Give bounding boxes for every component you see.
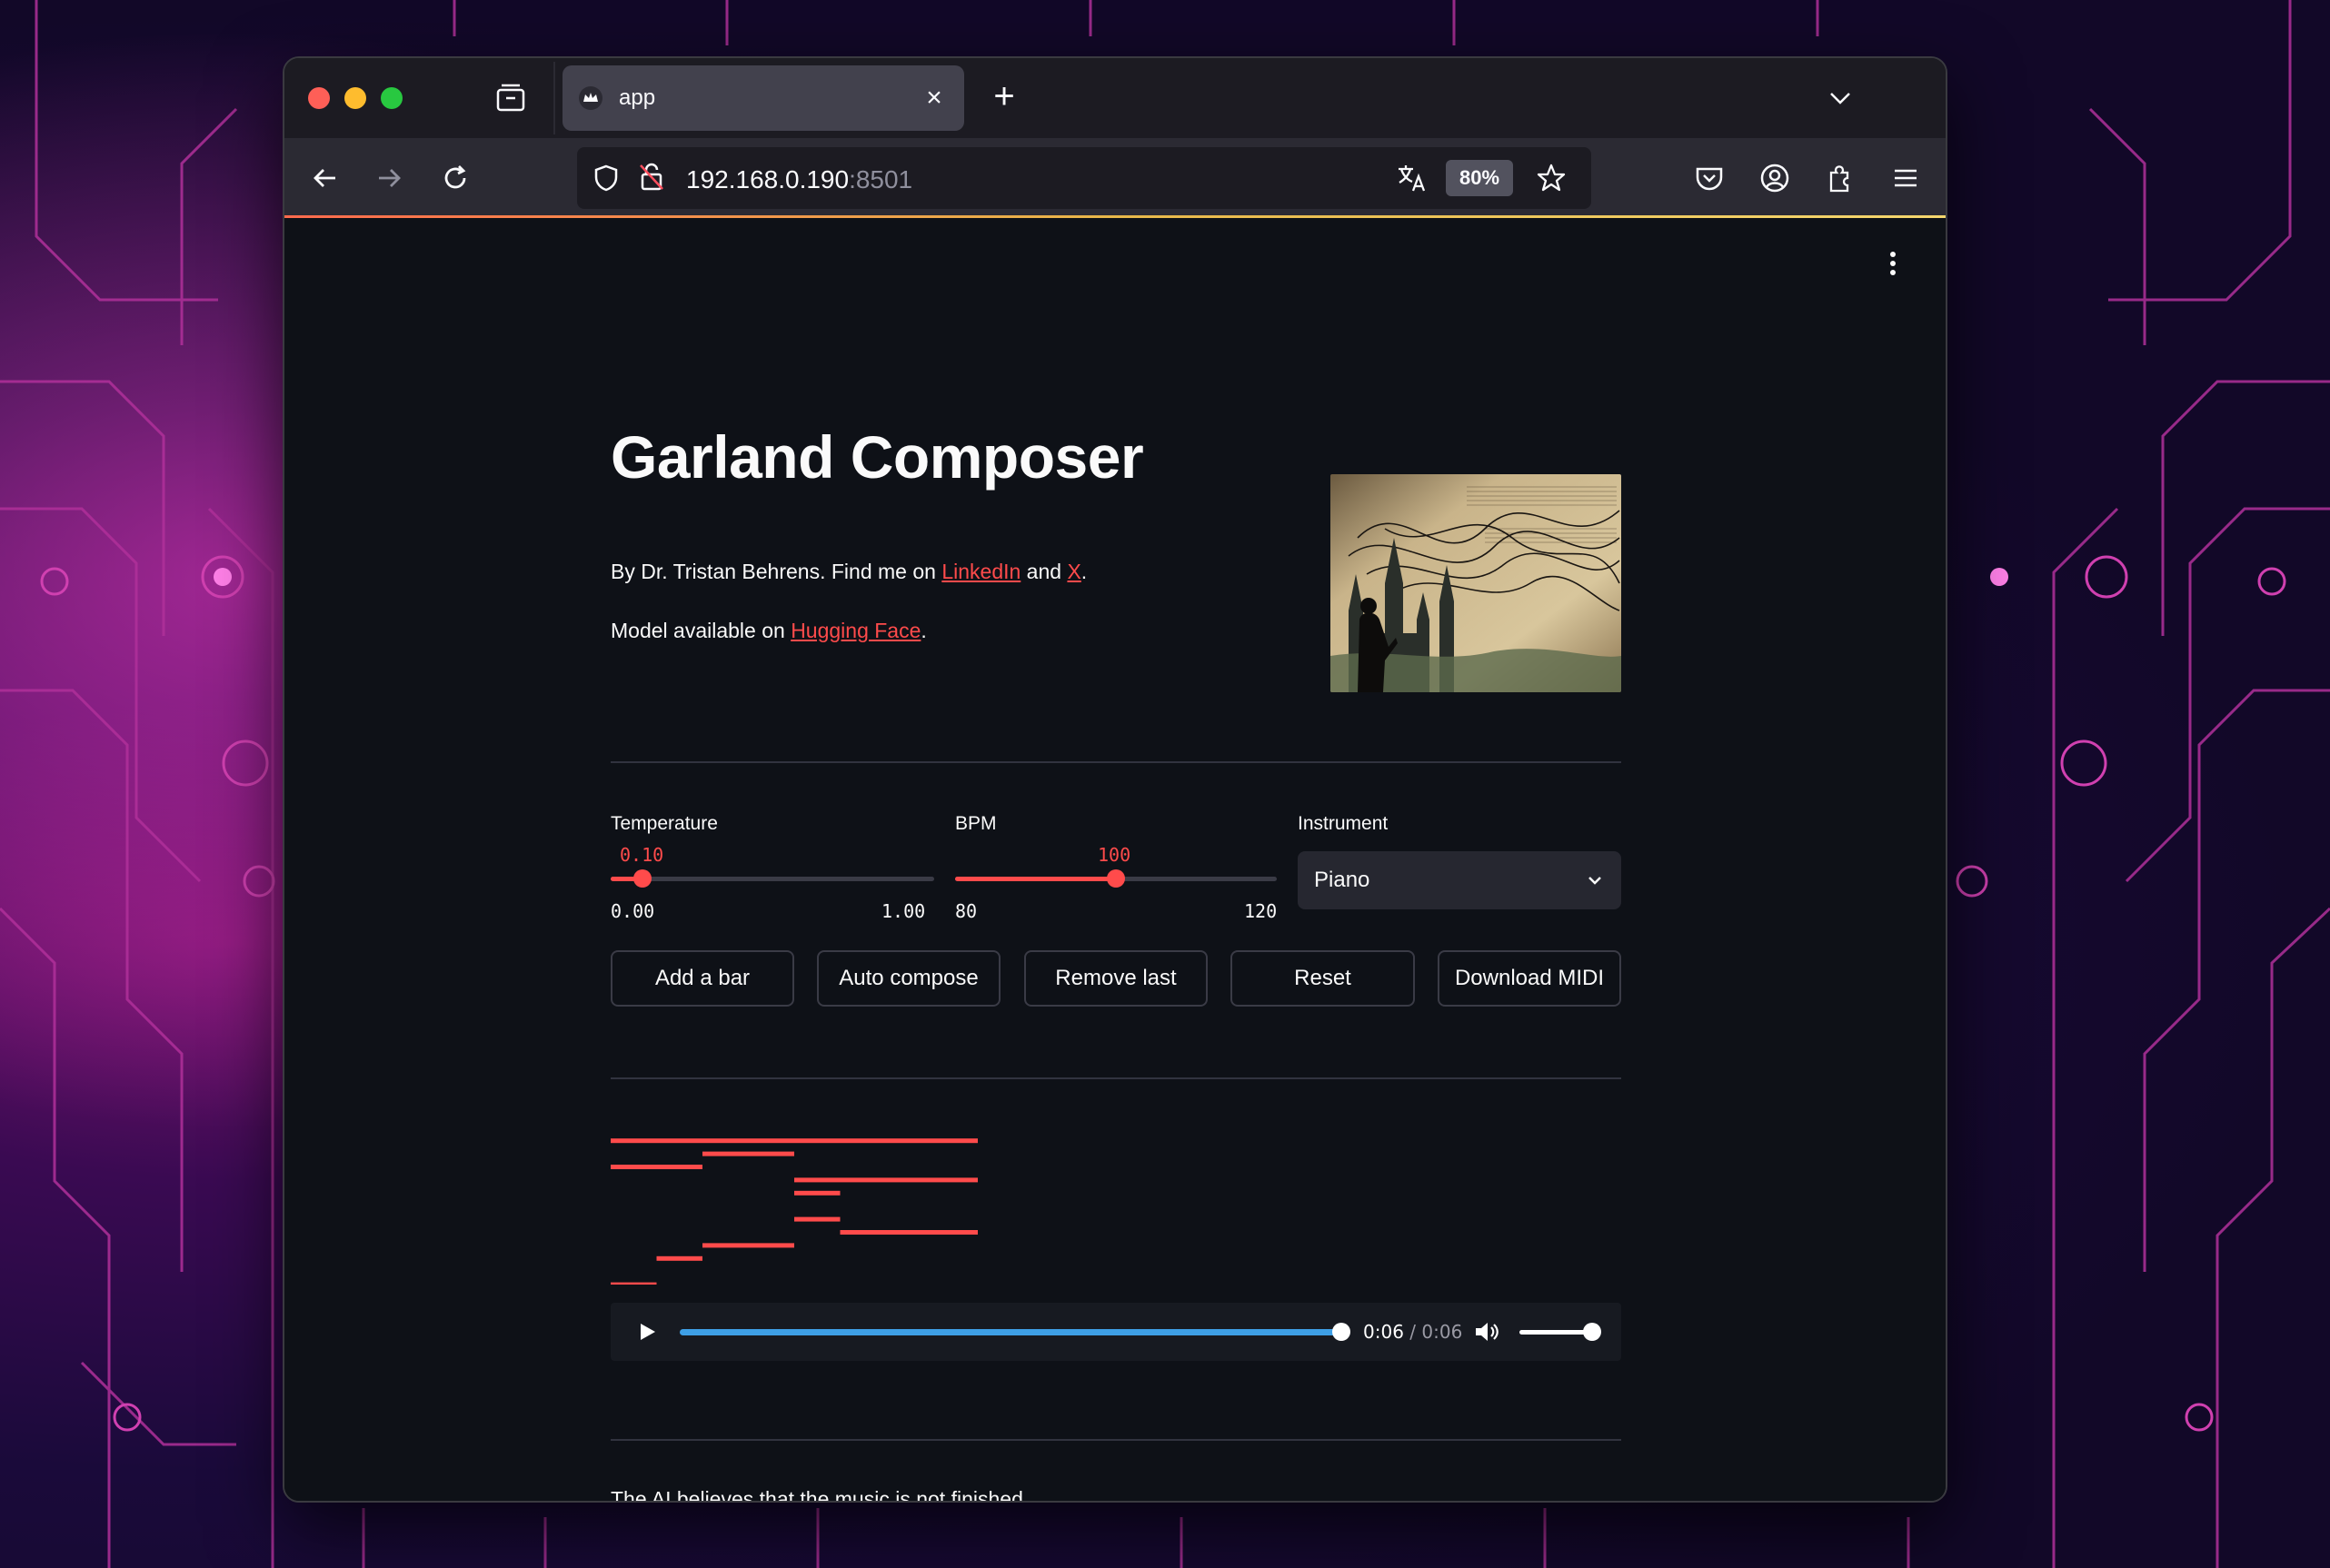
volume-icon[interactable] [1474,1320,1499,1344]
extensions-icon[interactable] [1824,162,1857,194]
byline-suffix: . [1080,560,1088,583]
temperature-value: 0.10 [620,844,664,866]
auto-compose-button[interactable]: Auto compose [817,950,1001,1007]
bpm-value: 100 [1098,844,1131,866]
bpm-thumb[interactable] [1107,869,1125,888]
audio-total-time: 0:06 [1421,1321,1463,1343]
translate-icon[interactable] [1395,162,1428,194]
piano-roll-note [794,1190,841,1196]
close-window-button[interactable] [308,87,330,109]
piano-roll-note [611,1138,978,1144]
back-arrow-icon[interactable] [308,162,341,194]
browser-window: app × + 192.168.0.190:8501 80% Garland C… [283,56,1947,1503]
piano-roll-note [611,1282,657,1285]
tab-bar: app × + [284,58,1946,138]
page-title: Garland Composer [611,423,1144,491]
model-prefix: Model available on [611,619,792,642]
chevron-down-icon[interactable] [1826,84,1855,113]
audio-time-separator: / [1403,1321,1422,1343]
bpm-min: 80 [955,900,978,922]
piano-roll-note [702,1243,794,1248]
status-message: The AI believes that the music is not fi… [611,1487,1030,1503]
instrument-select[interactable]: Piano [1298,851,1621,909]
volume-thumb[interactable] [1583,1323,1601,1341]
piano-roll-note [794,1216,841,1222]
shield-icon[interactable] [592,164,621,193]
hamburger-menu-icon[interactable] [1889,162,1922,194]
instrument-label: Instrument [1298,813,1389,834]
linkedin-link[interactable]: LinkedIn [941,560,1021,583]
bpm-label: BPM [955,813,997,834]
byline-prefix: By Dr. Tristan Behrens. Find me on [611,560,942,583]
bpm-fill [955,877,1116,881]
piano-roll-note [840,1230,978,1235]
forward-arrow-icon[interactable] [373,162,406,194]
audio-progress-bar[interactable] [680,1329,1339,1335]
tab-separator [553,62,555,134]
tab-close-icon[interactable]: × [921,83,948,114]
minimize-window-button[interactable] [344,87,366,109]
tab-app[interactable]: app × [563,65,964,131]
audio-progress-thumb[interactable] [1332,1323,1350,1341]
account-icon[interactable] [1758,162,1791,194]
byline-and: and [1021,560,1068,583]
chevron-down-icon [1588,877,1601,885]
url-text[interactable]: 192.168.0.190:8501 [686,165,912,194]
piano-roll-note [611,1165,702,1169]
composer-illustration [1330,474,1621,692]
divider-top [611,761,1621,763]
piano-roll-note [794,1177,978,1183]
tab-manager-icon[interactable] [495,82,526,113]
url-host: 192.168.0.190 [686,165,850,194]
divider-middle [611,1077,1621,1079]
navigation-toolbar: 192.168.0.190:8501 80% [284,138,1946,218]
download-midi-button[interactable]: Download MIDI [1438,950,1621,1007]
bpm-max: 120 [1244,900,1278,922]
piano-roll-note [656,1255,702,1261]
page-content: Garland Composer By Dr. Tristan Behrens.… [284,221,1946,1503]
temperature-max: 1.00 [881,900,926,922]
temperature-thumb[interactable] [633,869,652,888]
play-icon[interactable] [636,1321,658,1343]
zoom-level-badge[interactable]: 80% [1446,160,1513,196]
audio-current-time: 0:06 [1363,1321,1404,1343]
piano-roll-note [702,1151,794,1156]
url-port: :8501 [849,165,913,194]
insecure-lock-icon[interactable] [637,162,666,193]
main-menu-kebab-icon[interactable] [1887,250,1898,277]
hugging-face-link[interactable]: Hugging Face [791,619,921,642]
piano-roll [611,1138,978,1285]
x-link[interactable]: X [1067,560,1080,583]
reset-button[interactable]: Reset [1230,950,1415,1007]
temperature-min: 0.00 [611,900,655,922]
model-line: Model available on Hugging Face. [611,619,927,643]
divider-bottom [611,1439,1621,1441]
streamlit-crown-icon [579,86,602,110]
reload-icon[interactable] [439,162,472,194]
pocket-icon[interactable] [1693,162,1726,194]
tab-title: app [619,85,656,110]
model-suffix: . [921,619,927,642]
bpm-slider[interactable] [955,869,1277,888]
audio-time: 0:06 / 0:06 [1363,1321,1462,1343]
temperature-slider[interactable] [611,869,934,888]
instrument-selected: Piano [1314,868,1370,892]
new-tab-button[interactable]: + [986,78,1022,114]
audio-player: 0:06 / 0:06 [611,1303,1621,1361]
add-bar-button[interactable]: Add a bar [611,950,794,1007]
maximize-window-button[interactable] [381,87,403,109]
byline: By Dr. Tristan Behrens. Find me on Linke… [611,560,1087,584]
bookmark-star-icon[interactable] [1535,162,1568,194]
address-bar[interactable]: 192.168.0.190:8501 80% [577,147,1591,209]
temperature-label: Temperature [611,813,718,834]
remove-last-button[interactable]: Remove last [1024,950,1208,1007]
window-controls [308,87,403,109]
